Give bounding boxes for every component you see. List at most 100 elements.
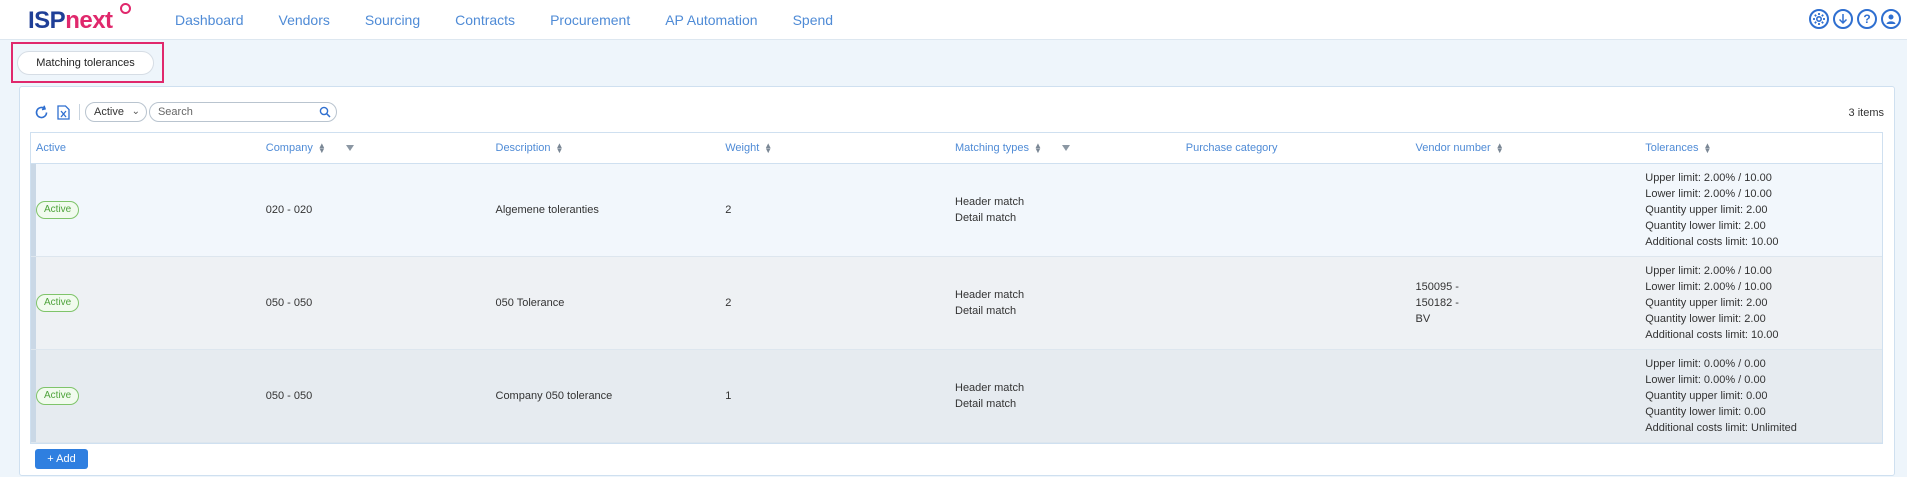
row-indicator	[31, 350, 36, 442]
table-row[interactable]: Active 020 - 020 Algemene toleranties 2 …	[31, 164, 1882, 257]
cell-tolerances: Upper limit: 2.00% / 10.00 Lower limit: …	[1640, 170, 1882, 250]
user-icon[interactable]	[1881, 9, 1901, 29]
tolerance-line: Additional costs limit: 10.00	[1645, 236, 1779, 248]
top-nav-bar: ISP next Dashboard Vendors Sourcing Contr…	[0, 0, 1907, 40]
top-icons: ?	[1805, 9, 1901, 29]
table-header: Active Company ▲ ▼ Description ▲ ▼ Weight ▲ ▼ …	[31, 133, 1882, 164]
tolerance-line: Lower limit: 2.00% / 10.00	[1645, 188, 1772, 200]
col-header-weight[interactable]: Weight ▲ ▼	[720, 142, 950, 155]
col-header-tolerances[interactable]: Tolerances ▲ ▼	[1640, 142, 1882, 155]
filter-icon[interactable]	[345, 145, 354, 151]
col-header-label: Purchase category	[1185, 142, 1278, 154]
excel-export-icon[interactable]	[55, 104, 71, 120]
sort-icon[interactable]: ▲ ▼	[318, 142, 326, 155]
col-header-label: Matching types	[955, 142, 1029, 154]
cell-matching-types: Header match Detail match	[950, 380, 1181, 412]
tolerance-line: Quantity upper limit: 0.00	[1645, 390, 1768, 402]
row-indicator	[31, 257, 36, 349]
cell-weight: 1	[725, 390, 732, 402]
nav-procurement[interactable]: Procurement	[550, 12, 630, 28]
items-count: 3 items	[1848, 107, 1884, 119]
sort-icon[interactable]: ▲ ▼	[1034, 142, 1042, 155]
search-icon[interactable]	[319, 106, 331, 118]
sort-icon[interactable]: ▲ ▼	[556, 142, 564, 155]
tolerance-line: Upper limit: 2.00% / 10.00	[1645, 265, 1772, 277]
cell-description: Algemene toleranties	[495, 204, 599, 216]
nav-contracts[interactable]: Contracts	[455, 12, 515, 28]
cell-weight: 2	[725, 204, 732, 216]
status-badge: Active	[36, 201, 80, 219]
cell-matching-types: Header match Detail match	[950, 287, 1181, 319]
cell-company: 050 - 050	[265, 390, 313, 402]
tolerance-line: Quantity lower limit: 2.00	[1645, 313, 1766, 325]
tolerance-line: Quantity lower limit: 2.00	[1645, 220, 1766, 232]
refresh-icon[interactable]	[33, 104, 49, 120]
filter-icon[interactable]	[1061, 145, 1070, 151]
col-header-label: Active	[36, 142, 66, 154]
cell-vendor-number: 150095 - 150182 - BV	[1411, 279, 1641, 327]
tolerance-line: Quantity upper limit: 2.00	[1645, 297, 1768, 309]
logo-text-next: next	[65, 7, 113, 34]
cell-matching-types: Header match Detail match	[950, 194, 1181, 226]
status-badge: Active	[36, 294, 80, 312]
status-filter-select[interactable]: Active ⌄	[85, 102, 147, 122]
tolerance-line: Lower limit: 2.00% / 10.00	[1645, 281, 1772, 293]
ispnext-logo[interactable]: ISP next	[28, 3, 131, 35]
nav-vendors[interactable]: Vendors	[279, 12, 330, 28]
vendor-number-line: BV	[1415, 313, 1431, 325]
download-icon[interactable]	[1833, 9, 1853, 29]
matching-type: Header match	[955, 196, 1025, 208]
cell-weight: 2	[725, 297, 732, 309]
matching-type: Header match	[955, 382, 1025, 394]
grid-toolbar: Active ⌄	[33, 101, 337, 123]
matching-type: Detail match	[955, 398, 1017, 410]
col-header-label: Description	[495, 142, 551, 154]
sort-icon[interactable]: ▲ ▼	[1496, 142, 1504, 155]
table-row[interactable]: Active 050 - 050 050 Tolerance 2 Header …	[31, 257, 1882, 350]
cell-active: Active	[31, 201, 261, 219]
col-header-label: Company	[265, 142, 313, 154]
sort-icon[interactable]: ▲ ▼	[764, 142, 772, 155]
cell-active: Active	[31, 387, 261, 405]
col-header-company[interactable]: Company ▲ ▼	[261, 142, 491, 155]
tolerance-line: Additional costs limit: Unlimited	[1645, 422, 1797, 434]
vendor-number-line: 150095 -	[1415, 281, 1459, 293]
tolerance-line: Lower limit: 0.00% / 0.00	[1645, 374, 1766, 386]
col-header-description[interactable]: Description ▲ ▼	[491, 142, 721, 155]
col-header-purchase-category[interactable]: Purchase category	[1181, 142, 1411, 154]
chevron-down-icon: ⌄	[131, 106, 140, 117]
cell-company: 050 - 050	[265, 297, 313, 309]
help-icon[interactable]: ?	[1857, 9, 1877, 29]
col-header-label: Weight	[725, 142, 760, 154]
table-row[interactable]: Active 050 - 050 Company 050 tolerance 1…	[31, 350, 1882, 443]
matching-type: Detail match	[955, 305, 1017, 317]
cell-description: 050 Tolerance	[495, 297, 565, 309]
tolerance-line: Quantity upper limit: 2.00	[1645, 204, 1768, 216]
search-input[interactable]	[149, 103, 310, 121]
tolerance-line: Upper limit: 2.00% / 10.00	[1645, 172, 1772, 184]
cell-company: 020 - 020	[265, 204, 313, 216]
nav-ap-automation[interactable]: AP Automation	[665, 12, 757, 28]
cell-tolerances: Upper limit: 2.00% / 10.00 Lower limit: …	[1640, 263, 1882, 343]
nav-spend[interactable]: Spend	[793, 12, 833, 28]
tolerance-line: Upper limit: 0.00% / 0.00	[1645, 358, 1766, 370]
nav-sourcing[interactable]: Sourcing	[365, 12, 420, 28]
logo-dot-icon	[120, 3, 131, 14]
vendor-number-line: 150182 -	[1415, 297, 1459, 309]
status-badge: Active	[36, 387, 80, 405]
add-button[interactable]: + Add	[35, 449, 88, 469]
toolbar-divider	[79, 104, 80, 120]
nav-dashboard[interactable]: Dashboard	[175, 12, 244, 28]
tab-matching-tolerances[interactable]: Matching tolerances	[17, 51, 154, 75]
cell-active: Active	[31, 294, 261, 312]
col-header-active[interactable]: Active	[31, 142, 261, 154]
col-header-matching-types[interactable]: Matching types ▲ ▼	[950, 142, 1181, 155]
col-header-vendor-number[interactable]: Vendor number ▲ ▼	[1411, 142, 1641, 155]
tolerances-table: Active Company ▲ ▼ Description ▲ ▼ Weight ▲ ▼ …	[30, 132, 1883, 444]
logo-text-isp: ISP	[28, 7, 66, 34]
settings-icon[interactable]	[1809, 9, 1829, 29]
cell-description: Company 050 tolerance	[495, 390, 613, 402]
col-header-label: Vendor number	[1415, 142, 1491, 154]
sort-icon[interactable]: ▲ ▼	[1703, 142, 1711, 155]
content-panel: Active ⌄ 3 items Active Company ▲▼ Descri…	[19, 86, 1895, 476]
